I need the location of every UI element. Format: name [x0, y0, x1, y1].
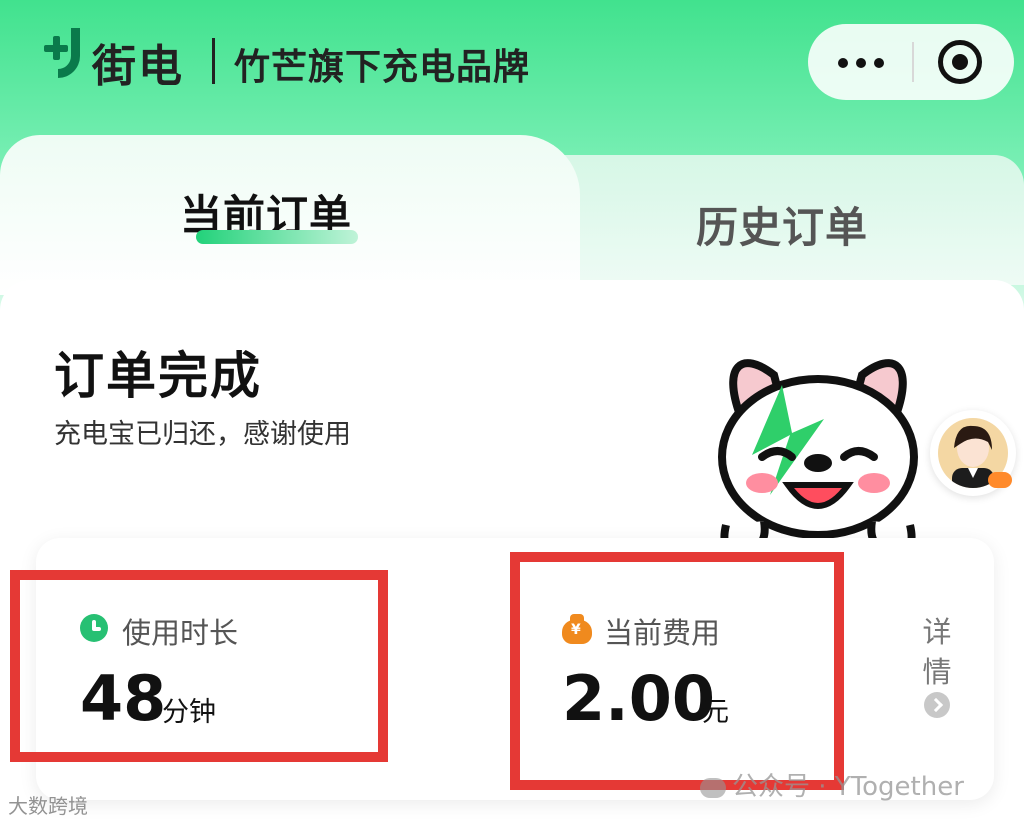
- capsule-divider: [912, 42, 914, 82]
- order-status-subtitle: 充电宝已归还，感谢使用: [54, 419, 351, 450]
- chevron-right-icon[interactable]: [924, 692, 950, 718]
- miniprogram-capsule: [808, 24, 1014, 100]
- order-status-title: 订单完成: [54, 347, 262, 405]
- service-badge: [988, 472, 1012, 488]
- brand-logo-j: [58, 28, 80, 78]
- duration-highlight-box: [10, 570, 388, 762]
- close-miniprogram-button[interactable]: [938, 40, 982, 84]
- watermark-right-text: 公众号 · YTogether: [732, 772, 964, 802]
- dog-mascot-illustration: [718, 359, 918, 557]
- active-tab-indicator: [196, 230, 358, 244]
- watermark-right: 公众号 · YTogether: [700, 766, 964, 803]
- watermark-left: 大数跨境: [8, 794, 88, 818]
- brand-tagline: 竹芒旗下充电品牌: [234, 47, 531, 88]
- fee-highlight-box: [510, 552, 844, 790]
- brand-divider: [212, 38, 215, 84]
- app-header: 街电 竹芒旗下充电品牌: [0, 0, 1024, 130]
- tab-order-history[interactable]: 历史订单: [696, 194, 868, 255]
- wechat-icon: [700, 777, 726, 798]
- customer-service-button[interactable]: [930, 410, 1016, 496]
- brand-name: 街电: [92, 41, 184, 92]
- more-options-button[interactable]: [826, 42, 896, 82]
- details-link[interactable]: 详情: [920, 612, 954, 692]
